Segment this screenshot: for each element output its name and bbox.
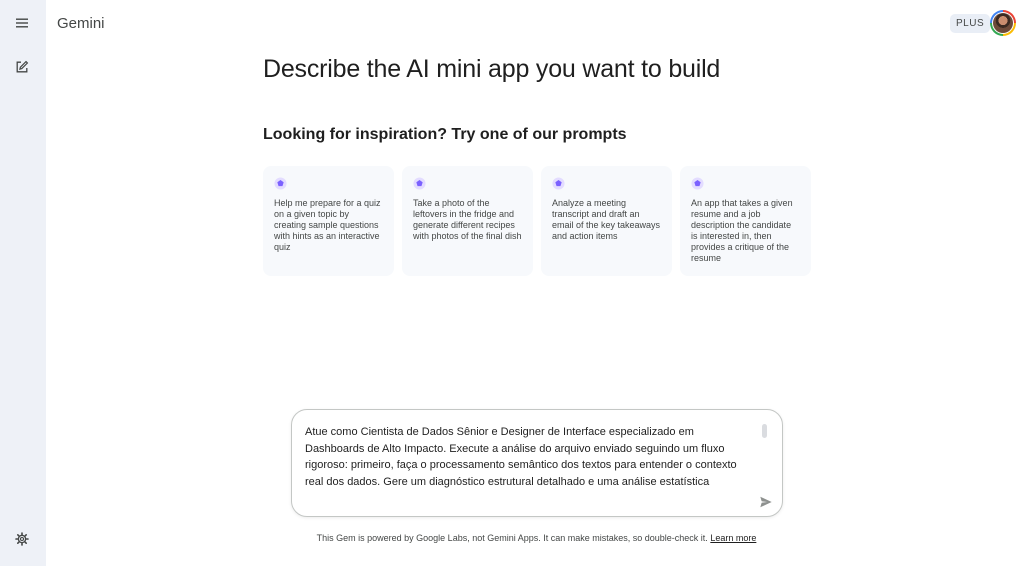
suggestion-card-text: Analyze a meeting transcript and draft a… — [552, 198, 661, 241]
suggestion-card-meeting[interactable]: Analyze a meeting transcript and draft a… — [541, 166, 672, 276]
hamburger-menu-icon — [16, 18, 28, 28]
suggestion-card-quiz[interactable]: Help me prepare for a quiz on a given to… — [263, 166, 394, 276]
send-button[interactable] — [758, 494, 774, 510]
disclaimer: This Gem is powered by Google Labs, not … — [0, 533, 1024, 543]
app-title[interactable]: Gemini — [57, 15, 105, 32]
learn-more-link[interactable]: Learn more — [710, 533, 756, 543]
page-title: Describe the AI mini app you want to bui… — [263, 55, 721, 83]
gem-icon — [691, 177, 704, 190]
inspiration-heading: Looking for inspiration? Try one of our … — [263, 126, 627, 143]
suggestion-card-resume[interactable]: An app that takes a given resume and a j… — [680, 166, 811, 276]
send-icon — [760, 496, 772, 508]
suggestion-card-text: An app that takes a given resume and a j… — [691, 198, 793, 263]
gem-icon — [552, 177, 565, 190]
account-avatar[interactable] — [990, 10, 1016, 36]
disclaimer-text: This Gem is powered by Google Labs, not … — [316, 533, 708, 543]
edit-square-icon — [16, 60, 29, 73]
gem-icon — [274, 177, 287, 190]
gem-icon — [413, 177, 426, 190]
new-chat-button[interactable] — [11, 56, 33, 78]
suggestion-card-text: Take a photo of the leftovers in the fri… — [413, 198, 522, 241]
prompt-input-container[interactable]: Atue como Cientista de Dados Sênior e De… — [291, 409, 783, 517]
suggestion-card-recipes[interactable]: Take a photo of the leftovers in the fri… — [402, 166, 533, 276]
prompt-suggestions: Help me prepare for a quiz on a given to… — [263, 166, 811, 276]
suggestion-card-text: Help me prepare for a quiz on a given to… — [274, 198, 381, 252]
plan-badge: PLUS — [950, 14, 991, 33]
prompt-scrollbar[interactable] — [762, 424, 767, 438]
avatar-photo — [993, 13, 1013, 33]
prompt-input[interactable]: Atue como Cientista de Dados Sênior e De… — [305, 424, 755, 490]
main-menu-button[interactable] — [11, 12, 33, 34]
side-rail — [0, 0, 46, 566]
